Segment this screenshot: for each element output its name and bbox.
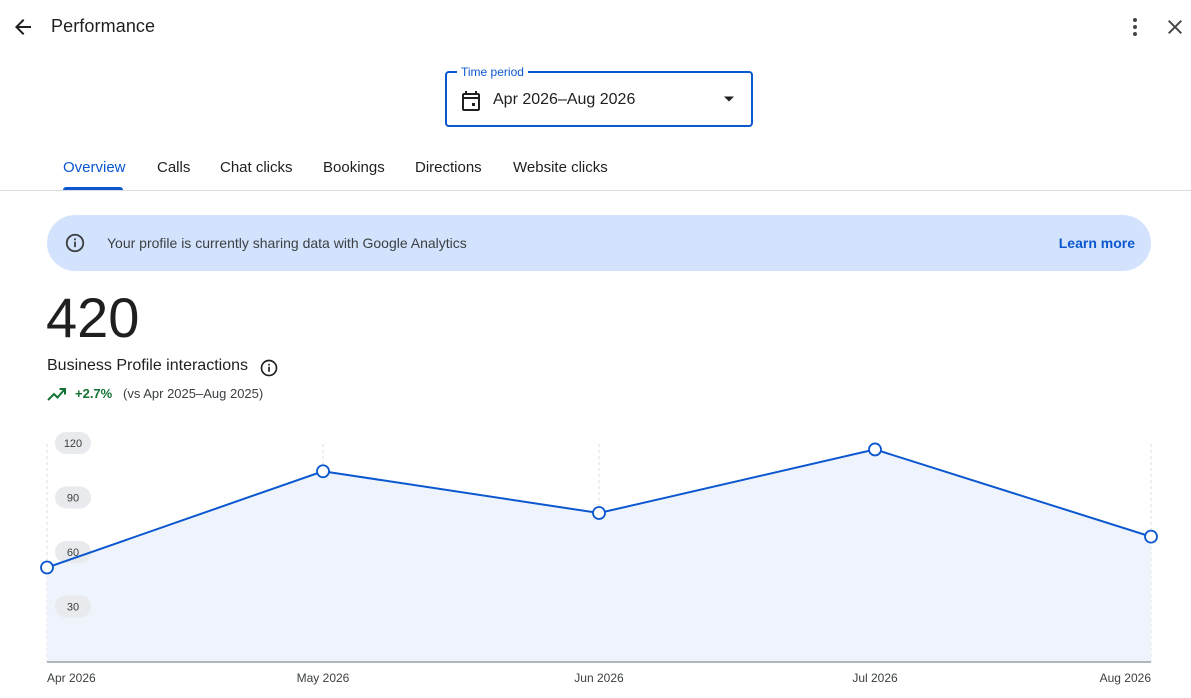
tab-website-clicks[interactable]: Website clicks [513,150,608,190]
dropdown-arrow-icon [724,96,734,102]
time-period-select[interactable]: Time period Apr 2026–Aug 2026 [445,64,753,127]
data-point[interactable] [316,464,330,479]
data-point[interactable] [1144,529,1158,544]
y-tick: 120 [55,432,91,454]
interactions-total: 420 [46,286,140,349]
x-axis-ticks: Apr 2026 May 2026 Jun 2026 Jul 2026 Aug 2026 [47,671,1151,685]
trend-comparison: (vs Apr 2025–Aug 2025) [123,386,264,401]
y-tick: 60 [55,541,91,563]
arrow-back-icon [15,19,31,35]
x-tick-label: Jun 2026 [574,671,624,685]
time-period-label: Time period [457,64,528,80]
y-tick-label: 30 [67,602,79,614]
y-tick-label: 90 [67,493,79,505]
tab-calls[interactable]: Calls [157,150,190,190]
data-point[interactable] [592,506,606,520]
data-point[interactable] [868,442,882,457]
x-tick-label: Apr 2026 [47,671,96,685]
back-button[interactable] [3,7,43,47]
x-tick-label: Aug 2026 [1100,671,1152,685]
tab-overview[interactable]: Overview [63,150,126,190]
app-header: Performance [0,0,1191,54]
trending-up-icon [47,388,66,401]
time-period-value: Apr 2026–Aug 2026 [493,91,636,108]
info-icon [65,233,85,253]
learn-more-link[interactable]: Learn more [1059,235,1135,251]
info-outline-icon[interactable] [259,358,279,378]
tab-bookings[interactable]: Bookings [323,150,385,190]
x-tick-label: Jul 2026 [852,671,898,685]
y-tick: 90 [55,486,91,509]
page-title: Performance [51,16,156,36]
y-tick-label: 120 [64,438,82,450]
x-tick-label: May 2026 [297,671,350,685]
interactions-chart: 120 90 60 30 Apr 2026 May 2026 Jun 2026 Jul 20… [40,432,1158,685]
banner-message: Your profile is currently sharing data w… [107,235,467,251]
trend-percentage: +2.7% [75,386,113,401]
more-options-button[interactable] [1115,7,1155,47]
data-point[interactable] [40,560,54,575]
y-tick: 30 [55,595,91,618]
tab-chat-clicks[interactable]: Chat clicks [220,150,293,190]
more-vert-icon [1133,18,1137,36]
close-button[interactable] [1155,7,1191,47]
active-tab-indicator [63,187,123,190]
analytics-banner: Your profile is currently sharing data w… [47,215,1151,271]
calendar-icon [462,91,480,111]
interactions-label: Business Profile interactions [47,357,248,374]
close-icon [1168,20,1182,34]
tab-directions[interactable]: Directions [415,150,482,190]
tab-bar: Overview Calls Chat clicks Bookings Dire… [0,150,1191,191]
